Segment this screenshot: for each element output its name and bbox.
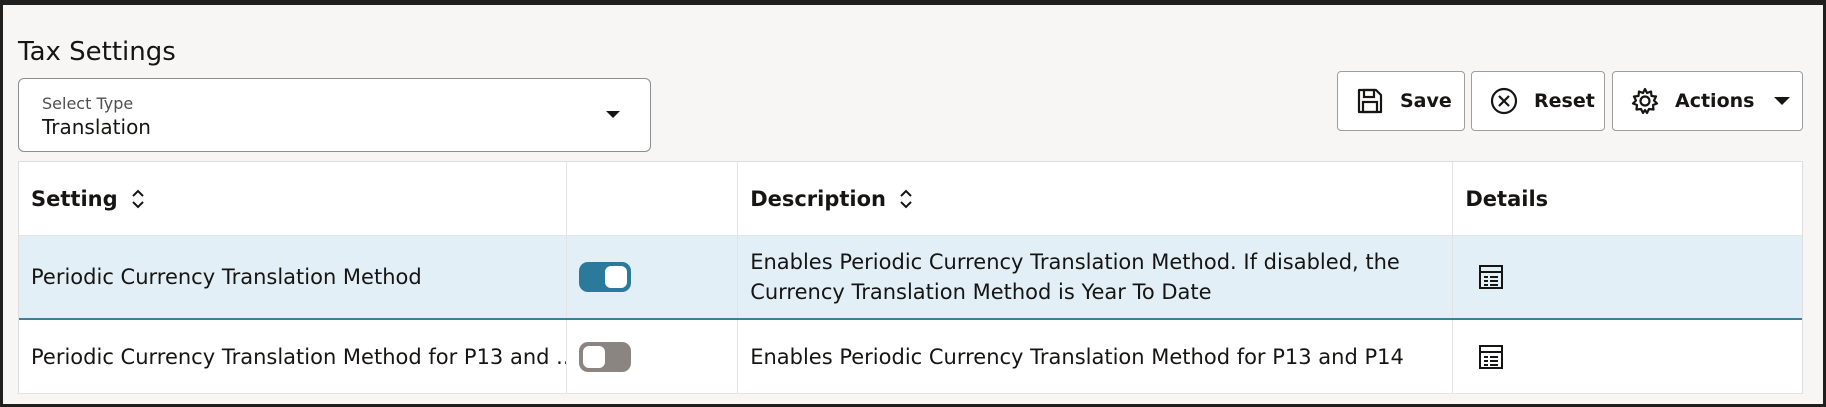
setting-description: Enables Periodic Currency Translation Me… bbox=[750, 344, 1404, 369]
setting-description: Enables Periodic Currency Translation Me… bbox=[750, 250, 1400, 304]
table-header: Setting Description Details bbox=[19, 162, 1802, 236]
window-frame: Tax Settings Select Type Translation Sav… bbox=[0, 0, 1826, 407]
details-icon[interactable] bbox=[1477, 343, 1505, 371]
toggle-knob bbox=[605, 266, 628, 288]
reset-icon bbox=[1488, 85, 1520, 117]
table-row[interactable]: Periodic Currency Translation Method for… bbox=[19, 320, 1802, 394]
select-type-value: Translation bbox=[42, 115, 151, 139]
reset-label: Reset bbox=[1534, 90, 1595, 112]
enable-toggle[interactable] bbox=[579, 262, 632, 292]
details-icon[interactable] bbox=[1477, 263, 1505, 291]
gear-icon bbox=[1629, 85, 1661, 117]
column-header-setting[interactable]: Setting bbox=[19, 162, 568, 235]
column-header-label: Setting bbox=[31, 186, 118, 211]
column-header-label: Description bbox=[750, 186, 887, 211]
toggle-cell bbox=[567, 236, 739, 318]
actions-label: Actions bbox=[1675, 90, 1755, 112]
setting-name: Periodic Currency Translation Method bbox=[19, 236, 568, 318]
setting-name: Periodic Currency Translation Method for… bbox=[19, 320, 568, 393]
settings-table: Setting Description Details Periodic Cur… bbox=[18, 161, 1803, 394]
actions-button[interactable]: Actions bbox=[1612, 71, 1803, 131]
column-header-toggle bbox=[567, 162, 739, 235]
save-icon bbox=[1354, 85, 1386, 117]
chevron-down-icon bbox=[1774, 97, 1791, 105]
sort-icon[interactable] bbox=[898, 188, 914, 210]
save-label: Save bbox=[1400, 90, 1452, 112]
reset-button[interactable]: Reset bbox=[1471, 71, 1605, 131]
details-cell bbox=[1453, 236, 1802, 318]
description-cell: Enables Periodic Currency Translation Me… bbox=[738, 320, 1454, 393]
sort-icon[interactable] bbox=[130, 188, 146, 210]
toggle-cell bbox=[567, 320, 739, 393]
table-row[interactable]: Periodic Currency Translation Method Ena… bbox=[19, 236, 1802, 320]
toggle-knob bbox=[583, 345, 606, 368]
select-type-label: Select Type bbox=[42, 94, 134, 113]
chevron-down-icon bbox=[606, 111, 620, 118]
save-button[interactable]: Save bbox=[1337, 71, 1465, 131]
column-header-details: Details bbox=[1465, 186, 1549, 211]
column-header-description[interactable]: Description bbox=[738, 162, 1454, 235]
description-cell: Enables Periodic Currency Translation Me… bbox=[738, 236, 1454, 318]
page-title: Tax Settings bbox=[18, 37, 176, 67]
enable-toggle[interactable] bbox=[579, 341, 632, 372]
details-cell bbox=[1453, 320, 1802, 393]
select-type-dropdown[interactable]: Select Type Translation bbox=[18, 78, 651, 152]
